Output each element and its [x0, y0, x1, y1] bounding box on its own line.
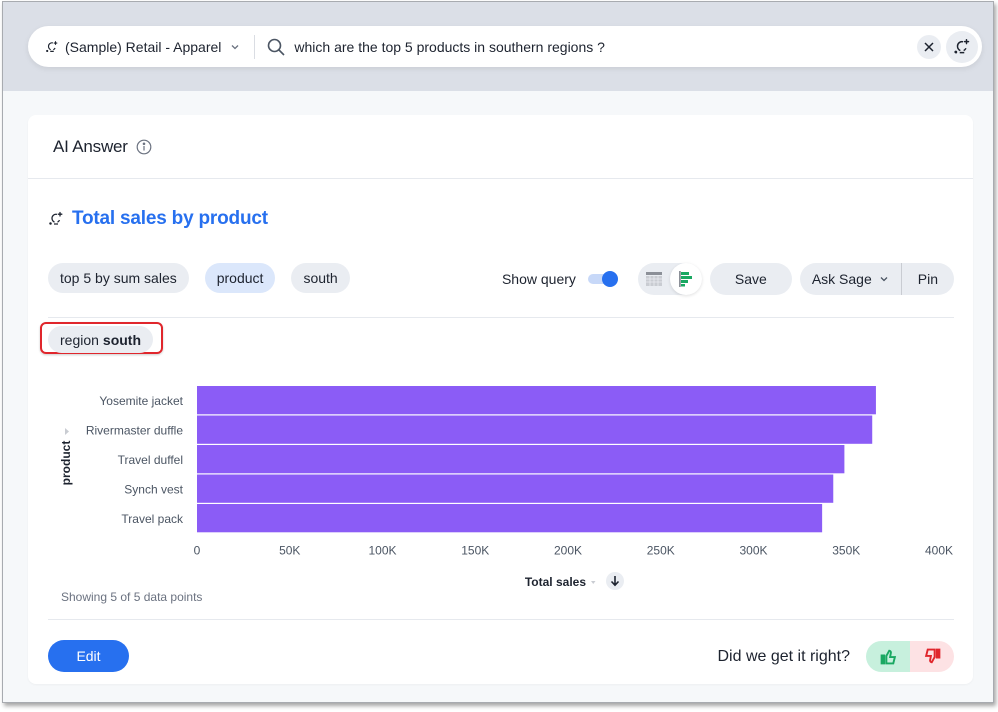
x-axis-dropdown-icon[interactable] — [591, 581, 596, 584]
feedback-buttons — [866, 641, 954, 672]
y-axis-title: product — [59, 441, 73, 486]
filter-column: region — [60, 331, 99, 348]
table-view-icon[interactable] — [645, 271, 662, 287]
search-input[interactable] — [294, 38, 917, 55]
query-tokens: top 5 by sum sales product south — [48, 263, 350, 293]
x-tick-label: 250K — [647, 544, 675, 558]
divider — [48, 619, 954, 620]
card-title: AI Answer — [53, 136, 128, 156]
thumbs-up-icon — [880, 649, 896, 665]
x-tick-label: 100K — [368, 544, 396, 558]
answer-actions: Show query Save Ask Sage Pin — [502, 263, 954, 295]
x-tick-label: 300K — [739, 544, 767, 558]
ask-sage-label: Ask Sage — [811, 271, 872, 287]
x-tick-label: 50K — [279, 544, 300, 558]
divider — [48, 317, 954, 318]
y-axis-expand-icon[interactable] — [65, 428, 69, 435]
search-icon — [268, 38, 285, 56]
y-tick-label: Travel duffel — [118, 453, 183, 467]
bar[interactable] — [197, 415, 873, 444]
feedback-question: Did we get it right? — [717, 647, 850, 665]
show-query-label: Show query — [501, 271, 576, 287]
y-axis-title-group: product — [59, 428, 73, 485]
card-header: AI Answer — [28, 115, 973, 179]
x-tick-label: 0 — [194, 544, 201, 558]
y-tick-label: Yosemite jacket — [99, 394, 183, 408]
search-header: (Sample) Retail - Apparel — [3, 2, 993, 91]
x-axis-title-group: Total sales — [525, 572, 624, 590]
y-tick-label: Travel pack — [121, 512, 184, 526]
query-area — [255, 38, 917, 56]
sage-pin-group: Ask Sage Pin — [799, 263, 954, 295]
chevron-down-icon — [880, 277, 888, 282]
toggle-knob — [601, 271, 618, 287]
info-icon[interactable] — [136, 139, 152, 155]
answer-title: Total sales by product — [48, 208, 268, 230]
bar[interactable] — [197, 474, 834, 503]
ask-sage-button[interactable] — [946, 30, 978, 63]
sage-bulb-icon — [46, 40, 58, 52]
query-token[interactable]: south — [291, 263, 350, 293]
bar-chart-icon — [678, 271, 692, 287]
datasource-name: (Sample) Retail - Apparel — [65, 38, 222, 55]
chart-view-button[interactable] — [669, 263, 702, 295]
filter-value: south — [102, 331, 142, 348]
search-bar: (Sample) Retail - Apparel — [28, 26, 982, 67]
datasource-picker[interactable]: (Sample) Retail - Apparel — [28, 26, 254, 67]
sage-bulb-icon — [954, 38, 970, 53]
close-icon — [924, 41, 934, 52]
x-tick-label: 200K — [554, 544, 582, 558]
pin-button[interactable]: Pin — [902, 263, 954, 295]
x-tick-label: 400K — [925, 544, 953, 558]
bar[interactable] — [197, 504, 823, 533]
bar[interactable] — [197, 386, 876, 415]
ai-answer-card: AI Answer Total sales by product top 5 b… — [28, 115, 973, 684]
sage-bulb-icon — [49, 211, 63, 225]
x-tick-label: 150K — [461, 544, 489, 558]
data-points-count: Showing 5 of 5 data points — [61, 590, 203, 604]
ask-sage-dropdown[interactable]: Ask Sage — [800, 263, 901, 295]
answer-title-text: Total sales by product — [72, 208, 268, 229]
x-axis-title[interactable]: Total sales — [525, 575, 586, 589]
app-window: (Sample) Retail - Apparel AI Answer — [2, 1, 994, 703]
edit-button[interactable]: Edit — [48, 640, 129, 672]
query-token[interactable]: top 5 by sum sales — [48, 263, 189, 293]
bar[interactable] — [197, 445, 845, 474]
bar-chart: product Yosemite jacket Rivermaster duffl… — [59, 386, 953, 590]
thumbs-up-button[interactable] — [866, 641, 910, 672]
sort-button[interactable] — [606, 572, 624, 590]
clear-search-button[interactable] — [917, 34, 941, 59]
x-tick-label: 350K — [832, 544, 860, 558]
show-query-toggle[interactable] — [587, 271, 618, 287]
view-mode-switch — [637, 263, 702, 295]
y-tick-label: Synch vest — [124, 482, 183, 496]
thumbs-down-button[interactable] — [910, 641, 954, 672]
feedback-group: Did we get it right? — [717, 641, 954, 672]
chevron-down-icon — [231, 44, 239, 49]
save-button[interactable]: Save — [709, 263, 792, 295]
thumbs-down-icon — [924, 648, 940, 664]
filter-chip[interactable]: region south — [48, 326, 154, 353]
query-token[interactable]: product — [204, 263, 276, 293]
y-tick-label: Rivermaster duffle — [86, 423, 183, 437]
